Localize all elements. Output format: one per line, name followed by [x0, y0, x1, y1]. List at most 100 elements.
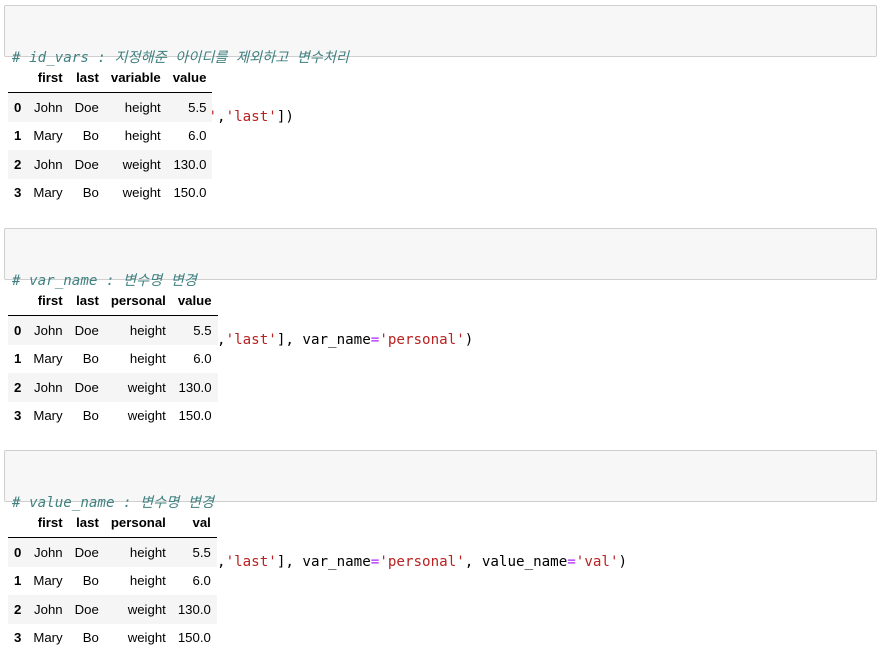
code-input[interactable]: # var_name : 변수명 변경 df.melt(id_vars=['fi…: [4, 228, 877, 348]
table-header-row: first last variable value: [8, 62, 213, 93]
code-token: ], var_name: [276, 331, 371, 348]
table-row: 0 John Doe height 5.5: [8, 92, 213, 122]
table-cell: Mary: [33, 573, 63, 589]
table-cell: weight: [127, 379, 166, 395]
table-cell: John: [34, 601, 63, 617]
row-index: 0: [14, 544, 22, 560]
table-cell: 130.0: [178, 379, 212, 395]
table-cell: weight: [127, 630, 166, 646]
table-cell: height: [129, 573, 166, 589]
table-cell: weight: [122, 185, 161, 201]
row-index: 3: [14, 185, 22, 201]
column-header: last: [68, 62, 105, 93]
code-token: 'last': [225, 553, 277, 570]
column-header: val: [171, 507, 217, 538]
table-row: 3 Mary Bo weight 150.0: [8, 623, 217, 647]
table-cell: Bo: [82, 128, 99, 144]
code-token: ], var_name: [276, 553, 371, 570]
table-cell: weight: [127, 601, 166, 617]
index-header: [8, 285, 28, 316]
table-cell: Bo: [82, 630, 99, 646]
code-token: ,: [217, 108, 226, 125]
table-cell: John: [34, 156, 63, 172]
index-header: [8, 62, 28, 93]
column-header: first: [27, 507, 69, 538]
table-cell: 130.0: [173, 156, 207, 172]
row-index: 3: [14, 630, 22, 646]
row-index: 2: [14, 156, 22, 172]
table-cell: Doe: [74, 544, 99, 560]
table-cell: height: [124, 128, 161, 144]
table-row: 3 Mary Bo weight 150.0: [8, 401, 218, 430]
column-header: last: [68, 507, 105, 538]
table-cell: Doe: [74, 601, 99, 617]
table-row: 1 Mary Bo height 6.0: [8, 566, 217, 595]
cell-2: # var_name : 변수명 변경 df.melt(id_vars=['fi…: [4, 228, 877, 348]
code-input[interactable]: # value_name : 변수명 변경 df.melt(id_vars=['…: [4, 450, 877, 570]
table-cell: John: [34, 99, 63, 115]
table-cell: 5.5: [188, 99, 207, 115]
table-cell: Mary: [33, 128, 63, 144]
row-index: 1: [14, 573, 22, 589]
column-header: personal: [104, 285, 172, 316]
row-index: 2: [14, 601, 22, 617]
code-token: ]): [276, 108, 294, 125]
code-token: 'last': [225, 331, 277, 348]
row-index: 1: [14, 128, 22, 144]
dataframe-output: first last personal value 0 John Doe height 5.5 1…: [8, 285, 218, 430]
code-token: , value_name: [464, 553, 568, 570]
table-cell: Bo: [82, 185, 99, 201]
column-header: first: [27, 62, 69, 93]
table-cell: 130.0: [177, 601, 211, 617]
table-cell: height: [129, 322, 166, 338]
table-row: 0 John Doe height 5.5: [8, 537, 217, 567]
table-cell: 5.5: [193, 322, 212, 338]
table-row: 2 John Doe weight 130.0: [8, 373, 218, 402]
code-token: ): [464, 331, 474, 348]
code-token: ,: [217, 331, 226, 348]
table-cell: 6.0: [188, 128, 207, 144]
table-cell: Doe: [74, 99, 99, 115]
cell-3: # value_name : 변수명 변경 df.melt(id_vars=['…: [4, 450, 877, 570]
index-header: [8, 507, 28, 538]
code-token: ,: [217, 553, 226, 570]
code-token: 'last': [225, 108, 277, 125]
table-row: 0 John Doe height 5.5: [8, 315, 218, 345]
row-index: 1: [14, 351, 22, 367]
code-token: ): [618, 553, 628, 570]
code-input[interactable]: # id_vars : 지정해준 아이디를 제외하고 변수처리 df.melt(…: [4, 5, 877, 125]
table-header-row: first last personal val: [8, 507, 217, 538]
table-cell: Bo: [82, 408, 99, 424]
table-cell: 6.0: [193, 351, 212, 367]
table-cell: 5.5: [192, 544, 211, 560]
code-token: 'personal': [379, 553, 465, 570]
table-cell: Doe: [74, 156, 99, 172]
table-cell: John: [34, 379, 63, 395]
table-cell: 6.0: [192, 573, 211, 589]
table-cell: height: [129, 351, 166, 367]
row-index: 0: [14, 99, 22, 115]
table-cell: 150.0: [177, 630, 211, 646]
column-header: first: [27, 285, 69, 316]
table-row: 2 John Doe weight 130.0: [8, 150, 213, 179]
code-token: =: [567, 553, 576, 570]
table-row: 3 Mary Bo weight 150.0: [8, 178, 213, 207]
dataframe-output: first last personal val 0 John Doe height 5.5 1 Ma…: [8, 507, 217, 647]
code-token: 'personal': [379, 331, 465, 348]
table-cell: Mary: [33, 351, 63, 367]
table-cell: 150.0: [173, 185, 207, 201]
table-cell: Bo: [82, 351, 99, 367]
table-cell: weight: [127, 408, 166, 424]
column-header: variable: [104, 62, 167, 93]
column-header: last: [68, 285, 105, 316]
table-cell: height: [124, 99, 161, 115]
table-row: 2 John Doe weight 130.0: [8, 595, 217, 624]
table-cell: Bo: [82, 573, 99, 589]
dataframe-output: first last variable value 0 John Doe height 5.5 1…: [8, 62, 213, 207]
table-cell: John: [34, 322, 63, 338]
table-cell: height: [129, 544, 166, 560]
table-cell: Mary: [33, 185, 63, 201]
table-row: 1 Mary Bo height 6.0: [8, 121, 213, 150]
table-cell: weight: [122, 156, 161, 172]
row-index: 0: [14, 322, 22, 338]
